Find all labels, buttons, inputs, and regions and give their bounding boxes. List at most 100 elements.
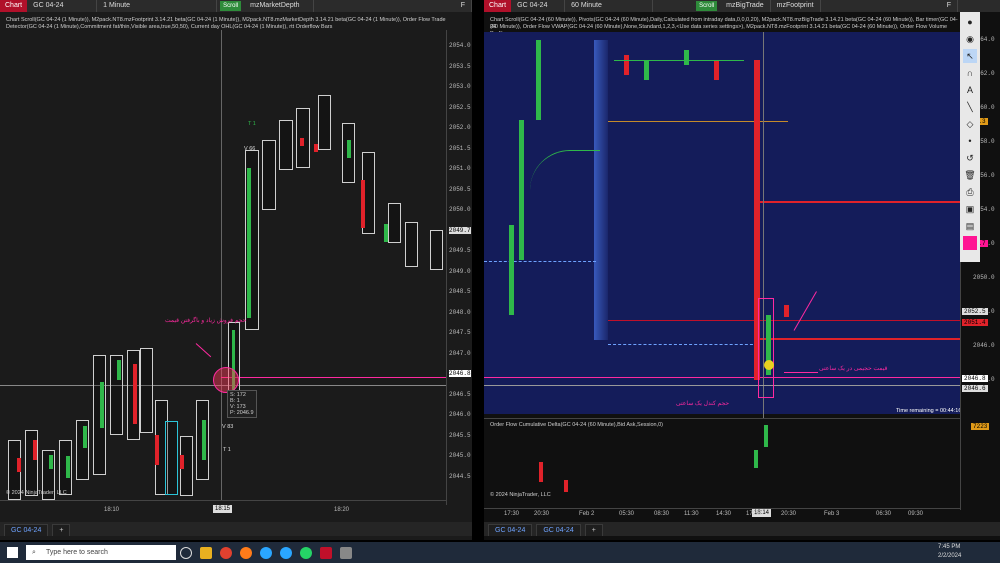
indicator-label[interactable]: mzBigTrade	[720, 0, 771, 12]
pivot-line-red	[608, 320, 960, 321]
clock-time[interactable]: 7:45 PM	[938, 544, 960, 550]
whatsapp-icon[interactable]	[300, 546, 312, 559]
snapshot-icon[interactable]: ▣	[963, 202, 977, 216]
trash-icon[interactable]: 🗑	[963, 168, 977, 182]
delta-bar-down	[539, 462, 543, 482]
scroll-toggle[interactable]: Scroll	[220, 1, 242, 11]
y-tick-label: 2047.5	[449, 329, 471, 336]
firefox-icon[interactable]	[240, 546, 252, 559]
tooltip-price: P: 2046.9	[230, 410, 254, 416]
search-icon: ⌕	[32, 549, 36, 556]
y-tick-label: 2050.5	[449, 185, 471, 193]
instrument-tab[interactable]: GC 04-24	[488, 524, 533, 536]
x-tick-label: 08:30	[654, 511, 670, 517]
ninjatrader-icon[interactable]	[320, 546, 332, 559]
y-tick-label: 2046.8	[449, 370, 471, 377]
y-tick-label: 2049.0	[449, 267, 471, 275]
right-plot-area[interactable]	[484, 32, 960, 414]
t1-label: T 1	[248, 121, 256, 127]
y-tick-label: 2049.5	[449, 247, 471, 254]
footprint-bar	[388, 203, 401, 243]
pink-level-line	[221, 377, 472, 378]
x-tick-label: 09:30	[908, 511, 924, 517]
flag-icon[interactable]: F	[941, 0, 958, 12]
app-icon[interactable]	[340, 546, 352, 559]
copyright: © 2024 NinjaTrader, LLC	[6, 490, 67, 496]
pin-icon[interactable]: ●	[963, 15, 977, 29]
y-tick-label: 2050.0	[973, 274, 995, 281]
copyright: © 2024 NinjaTrader, LLC	[490, 492, 551, 498]
footprint-bar	[165, 421, 178, 495]
pivot-line-blue	[608, 344, 758, 345]
instrument-tab[interactable]: GC 04-24	[4, 524, 49, 536]
y-tick-label: 2046.5	[449, 390, 471, 398]
print-icon[interactable]: ⎙	[963, 185, 977, 199]
sub-value-badge: 7223	[971, 423, 990, 430]
add-tab-button[interactable]: +	[584, 524, 603, 536]
y-tick-label: 2054.0	[449, 42, 471, 49]
add-tab-button[interactable]: +	[52, 524, 71, 536]
left-tab-bar: GC 04-24 +	[0, 522, 472, 536]
folder-icon[interactable]	[200, 546, 212, 559]
x-tick-label: 17:30	[504, 511, 520, 517]
windows-start-icon[interactable]	[7, 547, 18, 558]
x-tick-label: 06:30	[876, 511, 892, 517]
time-remaining: Time remaining = 00:44:16	[896, 408, 962, 414]
doc-icon[interactable]: ▤	[963, 219, 977, 233]
pivot-line-red	[758, 338, 960, 340]
instrument-tab[interactable]: GC 04-24	[536, 524, 581, 536]
footprint-up-body	[247, 168, 251, 318]
scroll-toggle[interactable]: Scroll	[696, 1, 718, 11]
line-icon[interactable]: ╲	[963, 100, 977, 114]
sub-panel-title: Order Flow Cumulative Delta(GC 04-24 (60…	[490, 422, 664, 428]
instrument-selector[interactable]: GC 04-24	[511, 0, 566, 12]
text-icon[interactable]: A	[963, 83, 977, 97]
taskbar-search-box[interactable]: ⌕ Type here to search	[26, 545, 176, 560]
right-chart-titlebar: Chart GC 04-24 60 Minute Scroll mzBigTra…	[484, 0, 1000, 12]
footprint-down-body	[17, 458, 21, 472]
flag-icon[interactable]: F	[455, 0, 472, 12]
x-cursor-label: 18:15	[213, 505, 233, 513]
cursor-icon[interactable]: ↖	[963, 49, 977, 63]
interval-selector[interactable]: 60 Minute	[565, 0, 654, 12]
delta-bar-down	[564, 480, 568, 492]
color-swatch-icon[interactable]	[963, 236, 977, 250]
x-tick-label: 05:30	[619, 511, 635, 517]
eraser-icon[interactable]: ◇	[963, 117, 977, 131]
app-icon[interactable]	[260, 546, 272, 559]
task-view-icon[interactable]	[180, 546, 192, 559]
x-tick-label: 20:30	[781, 511, 797, 517]
clock-date[interactable]: 2/2/2024	[938, 553, 961, 559]
y-tick-label: 2048.5	[449, 288, 471, 295]
y-tick-label: 2048.0	[449, 308, 471, 316]
candle-down	[624, 55, 629, 75]
dot-icon[interactable]: •	[963, 134, 977, 148]
chrome-icon[interactable]	[220, 546, 232, 559]
sell-volume-annotation: حجم فروش زیاد و باگرفتن قیمت	[165, 318, 247, 324]
chart-tag[interactable]: Chart	[0, 0, 28, 12]
indicator-label[interactable]: mzMarketDepth	[244, 0, 315, 12]
eye-icon[interactable]: ◉	[963, 32, 977, 46]
x-tick-label: 14:30	[716, 511, 732, 517]
instrument-selector[interactable]: GC 04-24	[27, 0, 98, 12]
magnet-icon[interactable]: ∩	[963, 66, 977, 80]
y-tick-label: 2050.0	[449, 206, 471, 213]
footprint-bar	[279, 120, 293, 170]
candle-down	[714, 60, 719, 80]
telegram-icon[interactable]	[280, 546, 292, 559]
v83-label: V 83	[222, 424, 234, 430]
x-tick-label: 18:20	[334, 507, 350, 513]
footprint-down-body	[300, 138, 304, 146]
candle-down	[784, 305, 789, 317]
y-tick-label: 2051.0	[449, 165, 471, 172]
windows-taskbar: ⌕ Type here to search 7:45 PM 2/2/2024	[0, 542, 1000, 563]
chart-tag[interactable]: Chart	[484, 0, 512, 12]
x-tick-label: 11:30	[684, 511, 699, 517]
x-tick-label: 17:30	[746, 511, 762, 517]
interval-selector[interactable]: 1 Minute	[97, 0, 218, 12]
indicator-label[interactable]: mzFootprint	[771, 0, 821, 12]
undo-icon[interactable]: ↺	[963, 151, 977, 165]
y-tick-label: 2052.5	[449, 103, 471, 111]
y-tick-label: 2047.0	[449, 349, 471, 357]
pivot-line-blue	[484, 261, 596, 262]
